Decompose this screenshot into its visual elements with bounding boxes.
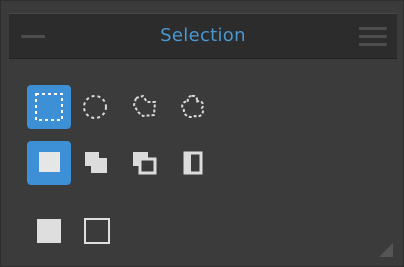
hamburger-menu-icon[interactable] <box>359 26 387 48</box>
new-selection-icon <box>39 152 60 172</box>
fill-selection-button[interactable] <box>27 209 71 253</box>
clear-selection-button[interactable] <box>75 209 119 253</box>
resize-grip-icon[interactable] <box>379 242 393 257</box>
panel-titlebar[interactable]: Selection <box>9 13 397 59</box>
subtract-from-selection-button[interactable] <box>123 141 167 185</box>
intersect-selection-icon <box>183 151 203 175</box>
add-to-selection-button[interactable] <box>75 141 119 185</box>
add-to-selection-icon <box>85 152 107 173</box>
ellipse-select-button[interactable] <box>73 85 117 129</box>
new-selection-button[interactable] <box>27 141 71 185</box>
selection-panel: Selection <box>0 0 404 267</box>
freehand-lasso-icon <box>181 94 205 119</box>
subtract-selection-icon <box>133 152 157 175</box>
rectangle-select-button[interactable] <box>27 85 71 129</box>
polygon-lasso-icon <box>132 94 157 118</box>
panel-title: Selection <box>160 25 246 46</box>
filled-square-icon <box>37 219 61 243</box>
ellipse-selection-icon <box>83 95 107 119</box>
polygon-lasso-select-button[interactable] <box>123 85 167 129</box>
freehand-lasso-select-button[interactable] <box>171 85 215 129</box>
intersect-selection-button[interactable] <box>171 141 215 185</box>
outline-square-icon <box>84 218 110 244</box>
rectangle-selection-icon <box>35 93 63 121</box>
